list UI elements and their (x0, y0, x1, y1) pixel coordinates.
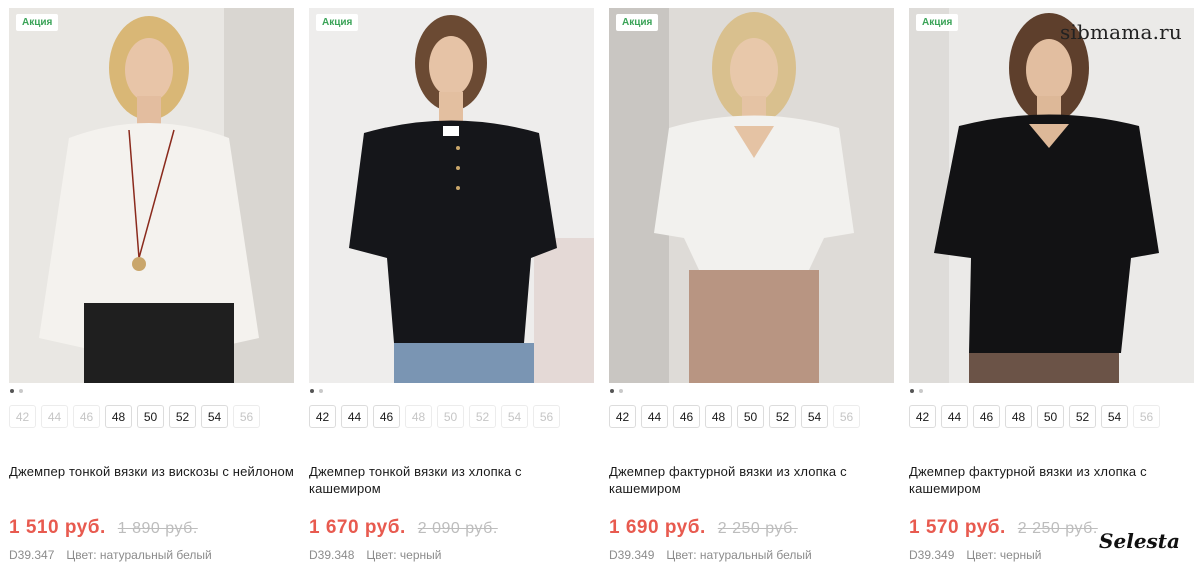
carousel-dot[interactable] (610, 389, 614, 393)
price-row: 1 510 руб. 1 890 руб. (9, 517, 294, 539)
promo-badge: Акция (316, 14, 359, 31)
product-sku: D39.348 (309, 548, 355, 562)
size-list: 42 44 46 48 50 52 54 56 (9, 405, 294, 428)
carousel-dot[interactable] (10, 389, 14, 393)
size-option[interactable]: 54 (801, 405, 828, 428)
site-watermark: sibmama.ru (1059, 20, 1182, 44)
carousel-dot[interactable] (19, 389, 23, 393)
current-price: 1 670 руб. (309, 517, 406, 538)
promo-badge: Акция (16, 14, 59, 31)
product-meta: D39.347 Цвет: натуральный белый (9, 548, 294, 562)
size-option: 48 (405, 405, 432, 428)
product-photo[interactable]: Акция (909, 8, 1194, 383)
size-option[interactable]: 48 (105, 405, 132, 428)
carousel-dots[interactable] (909, 389, 1194, 399)
size-option[interactable]: 46 (673, 405, 700, 428)
product-card[interactable]: Акция 42 44 46 48 50 52 54 56 Джемпер фа… (609, 8, 894, 562)
size-option[interactable]: 52 (1069, 405, 1096, 428)
carousel-dot[interactable] (310, 389, 314, 393)
product-card[interactable]: Акция 42 44 46 48 50 52 54 56 Джемпер то… (9, 8, 294, 562)
size-option[interactable]: 48 (705, 405, 732, 428)
product-color: Цвет: натуральный белый (666, 548, 812, 562)
product-meta: D39.349 Цвет: натуральный белый (609, 548, 894, 562)
size-option: 56 (233, 405, 260, 428)
carousel-dot[interactable] (910, 389, 914, 393)
product-card[interactable]: Акция 42 44 46 48 50 52 54 56 Джемпер фа… (909, 8, 1194, 562)
old-price: 2 250 руб. (1017, 520, 1098, 537)
product-title[interactable]: Джемпер тонкой вязки из хлопка с кашемир… (309, 463, 594, 497)
product-photo[interactable]: Акция (9, 8, 294, 383)
promo-badge: Акция (616, 14, 659, 31)
product-sku: D39.347 (9, 548, 55, 562)
price-row: 1 690 руб. 2 250 руб. (609, 517, 894, 539)
size-option[interactable]: 42 (609, 405, 636, 428)
product-title[interactable]: Джемпер фактурной вязки из хлопка с каше… (609, 463, 894, 497)
size-list: 42 44 46 48 50 52 54 56 (309, 405, 594, 428)
size-option[interactable]: 44 (641, 405, 668, 428)
size-option: 54 (501, 405, 528, 428)
carousel-dot[interactable] (919, 389, 923, 393)
carousel-dots[interactable] (609, 389, 894, 399)
model-illustration (9, 8, 294, 383)
size-list: 42 44 46 48 50 52 54 56 (909, 405, 1194, 428)
size-option[interactable]: 48 (1005, 405, 1032, 428)
current-price: 1 570 руб. (909, 517, 1006, 538)
brand-watermark: Selesta (1099, 529, 1180, 553)
size-option[interactable]: 46 (973, 405, 1000, 428)
size-option[interactable]: 42 (309, 405, 336, 428)
model-illustration (909, 8, 1194, 383)
carousel-dot[interactable] (319, 389, 323, 393)
product-sku: D39.349 (909, 548, 955, 562)
size-option[interactable]: 50 (1037, 405, 1064, 428)
model-illustration (609, 8, 894, 383)
product-meta: D39.348 Цвет: черный (309, 548, 594, 562)
size-option[interactable]: 50 (137, 405, 164, 428)
old-price: 2 250 руб. (717, 520, 798, 537)
size-option[interactable]: 42 (909, 405, 936, 428)
size-option: 56 (533, 405, 560, 428)
promo-badge: Акция (916, 14, 959, 31)
size-option[interactable]: 52 (769, 405, 796, 428)
current-price: 1 690 руб. (609, 517, 706, 538)
carousel-dots[interactable] (309, 389, 594, 399)
carousel-dots[interactable] (9, 389, 294, 399)
size-option[interactable]: 44 (941, 405, 968, 428)
model-illustration (309, 8, 594, 383)
current-price: 1 510 руб. (9, 517, 106, 538)
product-card[interactable]: Акция 42 44 46 48 50 52 54 56 Джемпер то… (309, 8, 594, 562)
product-photo[interactable]: Акция (309, 8, 594, 383)
carousel-dot[interactable] (619, 389, 623, 393)
size-option: 56 (1133, 405, 1160, 428)
product-title[interactable]: Джемпер тонкой вязки из вискозы с нейлон… (9, 463, 294, 497)
size-option[interactable]: 44 (341, 405, 368, 428)
size-option: 42 (9, 405, 36, 428)
size-option: 56 (833, 405, 860, 428)
product-title[interactable]: Джемпер фактурной вязки из хлопка с каше… (909, 463, 1194, 497)
product-color: Цвет: натуральный белый (66, 548, 212, 562)
old-price: 1 890 руб. (117, 520, 198, 537)
product-grid: Акция 42 44 46 48 50 52 54 56 Джемпер то… (9, 8, 1194, 562)
size-option[interactable]: 54 (1101, 405, 1128, 428)
product-sku: D39.349 (609, 548, 655, 562)
size-list: 42 44 46 48 50 52 54 56 (609, 405, 894, 428)
size-option[interactable]: 54 (201, 405, 228, 428)
price-row: 1 670 руб. 2 090 руб. (309, 517, 594, 539)
size-option: 44 (41, 405, 68, 428)
product-color: Цвет: черный (366, 548, 442, 562)
size-option[interactable]: 52 (169, 405, 196, 428)
size-option[interactable]: 50 (737, 405, 764, 428)
product-color: Цвет: черный (966, 548, 1042, 562)
product-photo[interactable]: Акция (609, 8, 894, 383)
old-price: 2 090 руб. (417, 520, 498, 537)
size-option[interactable]: 46 (373, 405, 400, 428)
size-option: 50 (437, 405, 464, 428)
size-option: 52 (469, 405, 496, 428)
size-option: 46 (73, 405, 100, 428)
